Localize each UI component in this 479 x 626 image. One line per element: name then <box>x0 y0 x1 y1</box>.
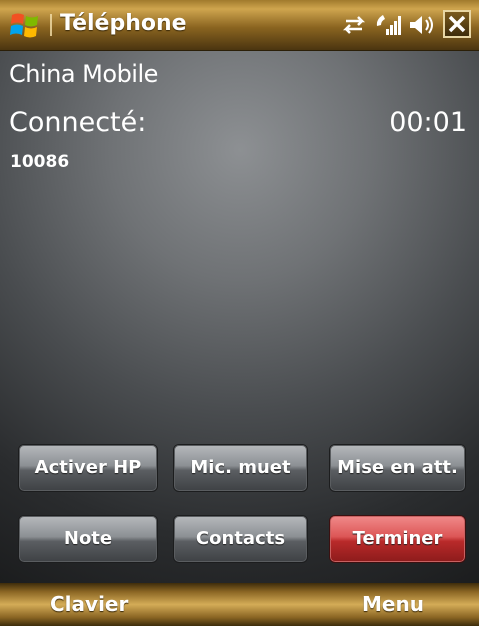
hold-button[interactable]: Mise en att. <box>329 444 466 492</box>
signal-icon[interactable] <box>374 12 402 38</box>
call-timer: 00:01 <box>389 107 467 138</box>
note-button[interactable]: Note <box>18 515 158 563</box>
close-button[interactable] <box>443 10 471 38</box>
call-status: Connecté: <box>9 107 147 138</box>
softkey-keypad[interactable]: Clavier <box>50 592 128 616</box>
softkey-menu[interactable]: Menu <box>362 592 424 616</box>
phone-screen: Téléphone China Mobile Connecté: 00:01 1… <box>0 0 479 626</box>
app-title: Téléphone <box>60 11 187 36</box>
carrier-name: China Mobile <box>9 60 158 88</box>
contacts-button[interactable]: Contacts <box>173 515 308 563</box>
mute-button[interactable]: Mic. muet <box>173 444 308 492</box>
close-icon <box>448 15 466 33</box>
speaker-button[interactable]: Activer HP <box>18 444 158 492</box>
volume-icon[interactable] <box>407 12 435 38</box>
title-bar: Téléphone <box>0 0 479 51</box>
title-separator <box>50 14 52 36</box>
connectivity-icon[interactable] <box>340 12 368 38</box>
end-call-button[interactable]: Terminer <box>329 515 466 563</box>
phone-number: 10086 <box>10 152 70 172</box>
softkey-bar: Clavier Menu <box>0 583 479 626</box>
windows-start-icon[interactable] <box>10 11 40 39</box>
